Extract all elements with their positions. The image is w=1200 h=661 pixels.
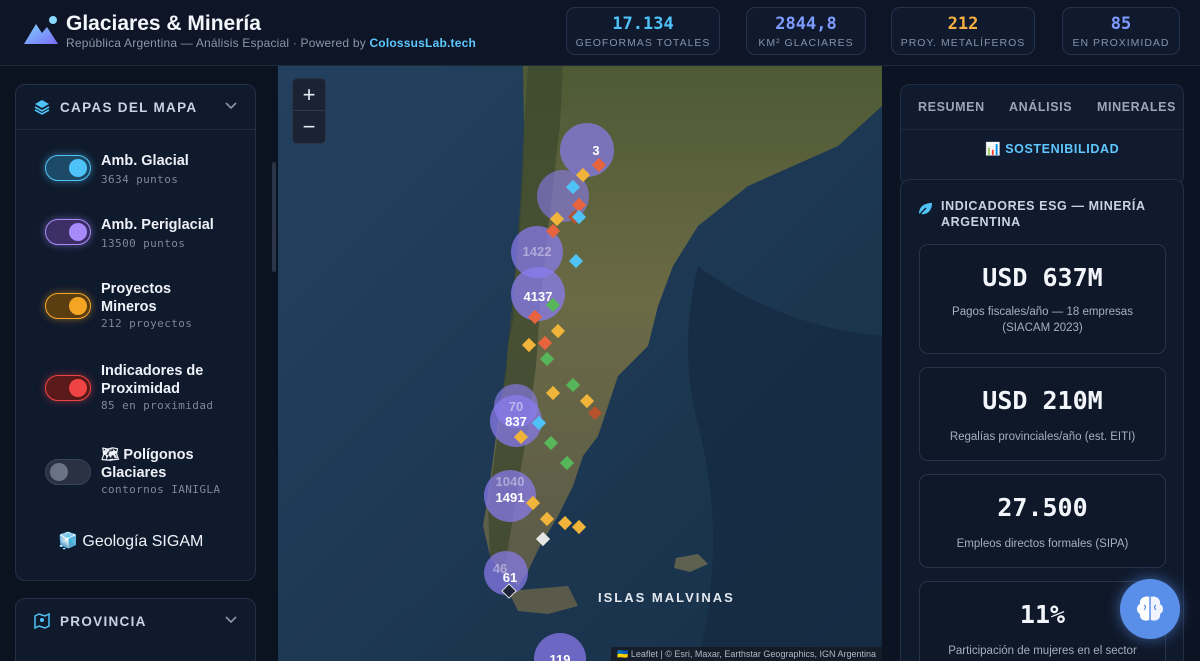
geologia-sigam-button[interactable]: 🧊 Geología SIGAM <box>58 531 203 551</box>
stat-proximidad: 85 EN PROXIMIDAD <box>1062 7 1180 55</box>
satellite-basemap[interactable]: 3 1422 4137 70 837 1040 1491 46 61 119 <box>278 66 882 661</box>
zoom-in-button[interactable]: + <box>293 79 325 111</box>
layer-toggle[interactable] <box>45 375 91 401</box>
layers-card-header[interactable]: CAPAS DEL MAPA <box>16 85 255 130</box>
tab-bar: RESUMEN ANÁLISIS MINERALES 📊 SOSTENIBILI… <box>900 84 1184 186</box>
map-view[interactable]: 3 1422 4137 70 837 1040 1491 46 61 119 +… <box>278 66 882 661</box>
layer-name: 🗺 Polígonos Glaciares <box>101 447 194 481</box>
layers-title: CAPAS DEL MAPA <box>60 100 198 115</box>
layer-count: 85 en proximidad <box>101 399 214 412</box>
sidebar-scrollbar[interactable] <box>272 162 276 272</box>
stat-value: 17.134 <box>612 14 674 34</box>
brand-link[interactable]: ColossusLab.tech <box>369 36 476 50</box>
app-title: Glaciares & Minería <box>66 12 261 35</box>
map-label-malvinas: ISLAS MALVINAS <box>598 590 735 605</box>
indicator-desc: Participación de mujeres en el sector <box>948 645 1137 657</box>
cluster-label: 119 <box>550 652 571 661</box>
map-icon <box>34 613 50 629</box>
zoom-out-button[interactable]: − <box>293 111 325 143</box>
indicator-card: USD 210M Regalías provinciales/año (est.… <box>919 367 1166 461</box>
layer-count: 13500 puntos <box>101 237 186 250</box>
app-header: Glaciares & Minería República Argentina … <box>0 0 1200 66</box>
leaf-icon <box>918 203 932 216</box>
esg-title: INDICADORES ESG — MINERÍA ARGENTINA <box>941 199 1146 229</box>
indicator-card: USD 637M Pagos fiscales/año — 18 empresa… <box>919 244 1166 354</box>
province-card: PROVINCIA <box>15 598 256 661</box>
chevron-down-icon[interactable] <box>225 615 237 625</box>
layer-poligonos-glaciares[interactable]: 🗺 Polígonos Glaciares contornos IANIGLA <box>16 441 255 509</box>
layers-card: CAPAS DEL MAPA Amb. Glacial 3634 puntos … <box>15 84 256 581</box>
indicator-desc: Pagos fiscales/año — 18 empresas (SIACAM… <box>952 306 1133 334</box>
cluster-label: 1422 <box>523 244 552 259</box>
cluster-marker[interactable] <box>560 123 614 177</box>
layer-proyectos-mineros[interactable]: Proyectos Mineros 212 proyectos <box>16 275 255 343</box>
zoom-control: + − <box>292 78 326 144</box>
layer-name: Amb. Periglacial <box>101 217 214 233</box>
cluster-label: 1040 <box>496 474 525 489</box>
tab-resumen[interactable]: RESUMEN <box>918 100 985 114</box>
stat-label: PROY. METALÍFEROS <box>900 37 1026 49</box>
stat-value: 85 <box>1110 14 1132 34</box>
layer-indicadores-proximidad[interactable]: Indicadores de Proximidad 85 en proximid… <box>16 357 255 425</box>
tab-analisis[interactable]: ANÁLISIS <box>1009 100 1072 114</box>
layers-icon <box>34 100 50 115</box>
layer-count: contornos IANIGLA <box>101 483 221 496</box>
layer-name: Amb. Glacial <box>101 153 189 169</box>
layer-toggle[interactable] <box>45 219 91 245</box>
tab-divider <box>901 129 1183 130</box>
indicator-value: 27.500 <box>997 493 1088 522</box>
tab-minerales[interactable]: MINERALES <box>1097 100 1176 114</box>
cluster-label: 3 <box>592 143 599 158</box>
layer-amb-glacial[interactable]: Amb. Glacial 3634 puntos <box>16 147 255 199</box>
stat-km-glaciares: 2844,8 KM² GLACIARES <box>746 7 866 55</box>
right-panel: RESUMEN ANÁLISIS MINERALES 📊 SOSTENIBILI… <box>882 66 1200 661</box>
stat-label: KM² GLACIARES <box>758 37 854 49</box>
layer-toggle[interactable] <box>45 155 91 181</box>
province-title: PROVINCIA <box>60 614 147 629</box>
stat-value: 212 <box>947 14 979 34</box>
app-subtitle: República Argentina — Análisis Espacial … <box>66 36 476 50</box>
mountain-logo-icon <box>24 16 58 44</box>
chevron-down-icon[interactable] <box>225 101 237 111</box>
layer-amb-periglacial[interactable]: Amb. Periglacial 13500 puntos <box>16 211 255 263</box>
cluster-label: 4137 <box>524 289 553 304</box>
province-card-header[interactable]: PROVINCIA <box>16 599 255 644</box>
layer-toggle[interactable] <box>45 293 91 319</box>
layer-count: 3634 puntos <box>101 173 179 186</box>
stat-proyectos: 212 PROY. METALÍFEROS <box>891 7 1035 55</box>
indicator-card: 27.500 Empleos directos formales (SIPA) <box>919 474 1166 568</box>
cluster-label: 1491 <box>496 490 525 505</box>
stat-label: GEOFORMAS TOTALES <box>575 37 711 49</box>
brain-icon <box>1137 596 1163 621</box>
map-attribution[interactable]: 🇺🇦 Leaflet | © Esri, Maxar, Earthstar Ge… <box>611 647 882 661</box>
ai-assistant-button[interactable] <box>1120 579 1180 639</box>
indicator-desc: Regalías provinciales/año (est. EITI) <box>949 431 1136 443</box>
stat-label: EN PROXIMIDAD <box>1072 37 1170 49</box>
layer-name: Indicadores de Proximidad <box>101 363 204 397</box>
stat-geoformas: 17.134 GEOFORMAS TOTALES <box>566 7 720 55</box>
left-sidebar: CAPAS DEL MAPA Amb. Glacial 3634 puntos … <box>0 66 278 661</box>
indicator-value: USD 637M <box>982 263 1103 292</box>
tab-sostenibilidad[interactable]: 📊 SOSTENIBILIDAD <box>985 142 1119 157</box>
cluster-label: 61 <box>503 570 517 585</box>
cluster-label: 837 <box>505 414 527 429</box>
layer-toggle[interactable] <box>45 459 91 485</box>
subtitle-text: República Argentina — Análisis Espacial … <box>66 36 370 50</box>
layer-count: 212 proyectos <box>101 317 193 330</box>
cluster-label: 70 <box>509 399 523 414</box>
layer-name: Proyectos Mineros <box>101 281 172 315</box>
indicator-desc: Empleos directos formales (SIPA) <box>956 538 1129 550</box>
indicator-value: USD 210M <box>982 386 1103 415</box>
stat-value: 2844,8 <box>775 14 837 34</box>
